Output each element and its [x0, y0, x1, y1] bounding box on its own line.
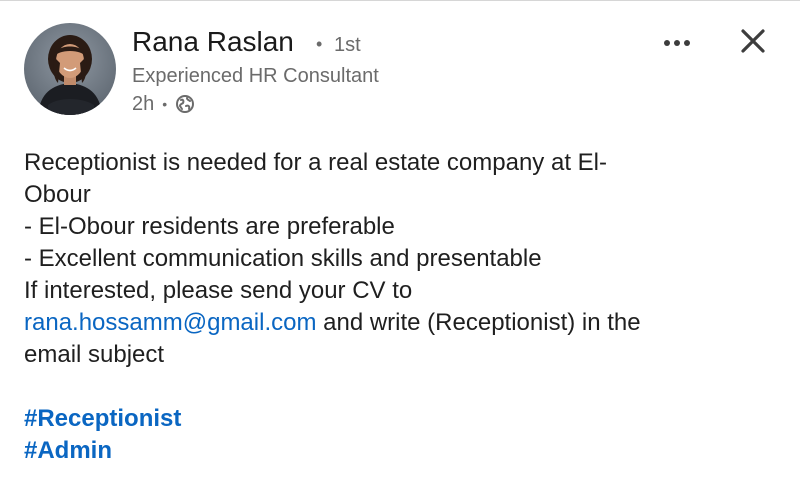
degree-separator: •	[316, 34, 323, 54]
more-horizontal-icon	[663, 34, 691, 52]
post-line: email subject	[24, 341, 165, 368]
close-icon	[740, 28, 766, 59]
post-line: - El-Obour residents are preferable	[24, 213, 395, 240]
avatar-photo	[24, 23, 116, 115]
post-meta: 2h •	[132, 92, 195, 116]
post-time: 2h	[132, 92, 155, 115]
email-link[interactable]: rana.hossamm@gmail.com	[24, 309, 316, 336]
hashtag-receptionist[interactable]: #Receptionist	[24, 403, 776, 435]
post-line: Obour	[24, 181, 91, 208]
post-line: Receptionist is needed for a real estate…	[24, 149, 607, 176]
post-line: - Excellent communication skills and pre…	[24, 245, 542, 272]
hashtag-admin[interactable]: #Admin	[24, 435, 776, 467]
post-line-rest: and write (Receptionist) in the	[316, 309, 641, 336]
post-text: Receptionist is needed for a real estate…	[24, 147, 776, 467]
more-options-button[interactable]	[656, 27, 698, 59]
meta-separator: •	[162, 96, 168, 112]
post-line: If interested, please send your CV to	[24, 277, 413, 304]
feed-post: Rana Raslan • 1st Experienced HR Consult…	[0, 0, 800, 486]
author-name[interactable]: Rana Raslan	[132, 25, 294, 59]
globe-icon	[175, 94, 195, 114]
author-headline: Experienced HR Consultant	[132, 65, 379, 87]
author-avatar[interactable]	[24, 23, 116, 115]
connection-degree: 1st	[334, 34, 361, 56]
close-post-button[interactable]	[732, 23, 774, 63]
post-line-with-email: rana.hossamm@gmail.com and write (Recept…	[24, 307, 776, 339]
